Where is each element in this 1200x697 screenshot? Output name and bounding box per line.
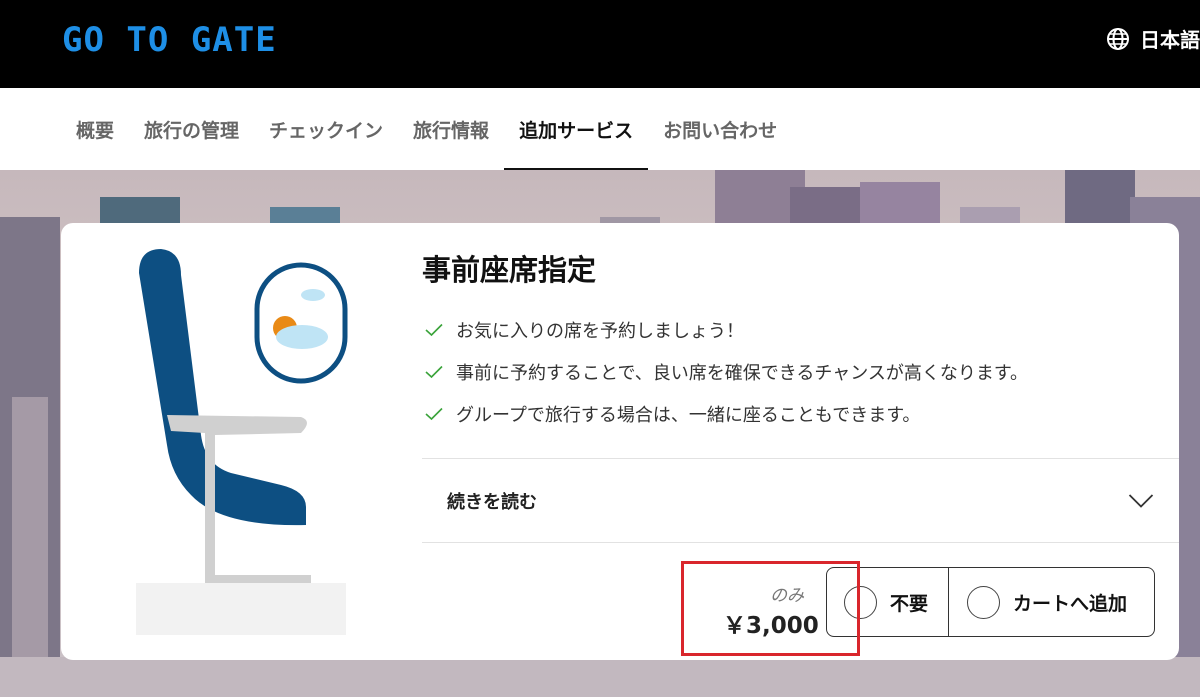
feature-text: グループで旅行する場合は、一緒に座ることもできます。 <box>456 405 921 426</box>
radio-button[interactable] <box>967 585 1000 619</box>
price-suffix: のみ <box>770 586 804 606</box>
list-item: お気に入りの席を予約しましょう！ <box>422 309 1028 351</box>
service-title: 事前座席指定 <box>422 253 597 287</box>
gotogate-logo[interactable]: GO TO GATE <box>62 20 277 60</box>
option-label: カートへ追加 <box>1013 592 1128 615</box>
window-illustration <box>254 262 348 384</box>
price-value: ￥3,000 <box>723 613 819 639</box>
feature-text: 事前に予約することで、良い席を確保できるチャンスが高くなります。 <box>456 363 1029 384</box>
option-label: 不要 <box>890 592 929 615</box>
nav-overview[interactable]: 概要 <box>61 88 129 170</box>
nav-travel-info[interactable]: 旅行情報 <box>398 88 504 170</box>
illustration-floor <box>136 583 346 635</box>
divider <box>422 542 1179 543</box>
language-label: 日本語 <box>1140 28 1200 52</box>
language-selector[interactable]: 日本語 <box>1106 24 1200 53</box>
option-add-to-cart[interactable]: カートへ追加 <box>949 568 1154 636</box>
nav-contact[interactable]: お問い合わせ <box>648 88 792 170</box>
feature-list: お気に入りの席を予約しましょう！ 事前に予約することで、良い席を確保できるチャン… <box>422 309 1028 435</box>
globe-icon <box>1107 27 1129 50</box>
feature-text: お気に入りの席を予約しましょう！ <box>456 321 744 342</box>
check-icon <box>425 365 443 379</box>
option-selector: 不要 カートへ追加 <box>826 567 1155 637</box>
top-header: GO TO GATE 日本語 <box>0 0 1200 88</box>
read-more-toggle[interactable]: 続きを読む <box>422 459 1179 542</box>
chevron-down-icon <box>1128 493 1154 508</box>
nav-extra-services[interactable]: 追加サービス <box>504 88 649 170</box>
check-icon <box>425 407 443 421</box>
list-item: グループで旅行する場合は、一緒に座ることもできます。 <box>422 393 1028 435</box>
main-nav: 概要 旅行の管理 チェックイン 旅行情報 追加サービス お問い合わせ <box>0 88 1200 170</box>
nav-manage-trip[interactable]: 旅行の管理 <box>129 88 254 170</box>
check-icon <box>425 323 443 337</box>
seat-illustration <box>139 249 348 583</box>
list-item: 事前に予約することで、良い席を確保できるチャンスが高くなります。 <box>422 351 1028 393</box>
nav-check-in[interactable]: チェックイン <box>254 88 398 170</box>
read-more-label: 続きを読む <box>447 491 537 513</box>
